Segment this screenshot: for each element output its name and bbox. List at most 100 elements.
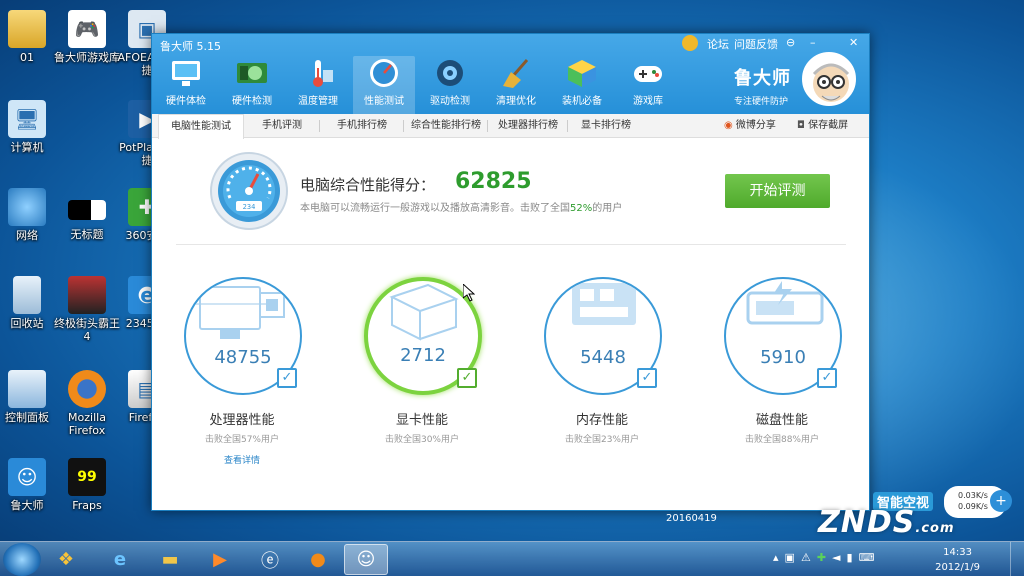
taskbar-browser-e[interactable]: ⓔ (248, 544, 292, 575)
desktop-icon-label: 控制面板 (5, 411, 49, 424)
score-label: 电脑综合性能得分： (300, 176, 436, 194)
desktop-icon-mozilla-firefox[interactable]: Mozilla Firefox (54, 370, 120, 437)
watermark-logo: ZNDS.com (818, 505, 955, 540)
desktop-icon-fraps[interactable]: 99 Fraps (54, 458, 120, 512)
media-player-icon: ▶ (213, 549, 227, 570)
memory-check-icon[interactable]: ✓ (637, 368, 657, 388)
tab-overall-ranking[interactable]: 综合性能排行榜 (404, 114, 488, 138)
show-desktop-button[interactable] (1010, 542, 1024, 576)
tool-label: 性能测试 (364, 96, 404, 107)
date-stamp: 20160419 (666, 513, 717, 524)
card-gpu[interactable]: 2712 ✓ 显卡性能 击败全国30%用户 (342, 277, 502, 467)
clock-date: 2012/1/9 (935, 562, 980, 573)
tab-cpu-ranking[interactable]: 处理器排行榜 (488, 114, 568, 138)
taskbar-explorer[interactable]: ▬ (148, 544, 192, 575)
tool-hardware-detect[interactable]: 硬件检测 (221, 56, 283, 107)
tab-gpu-ranking[interactable]: 显卡排行榜 (568, 114, 644, 138)
desktop-icon-game-library[interactable]: 🎮 鲁大师游戏库 (54, 10, 120, 64)
folder-icon (8, 10, 46, 48)
desktop-icon-label: 鲁大师 (10, 499, 44, 512)
score-description: 本电脑可以流畅运行一般游戏以及播放高清影音。击败了全国52%的用户 (300, 199, 622, 214)
tab-label: 显卡排行榜 (581, 120, 631, 131)
ie-icon: e (113, 549, 127, 570)
tool-game-library[interactable]: 游戏库 (617, 56, 679, 107)
save-screenshot-button[interactable]: ◘ 保存截屏 (797, 114, 848, 138)
plus-icon[interactable]: + (990, 490, 1012, 512)
weibo-share-button[interactable]: ◉ 微博分享 (724, 114, 776, 138)
control-panel-icon (8, 370, 46, 408)
memory-rank: 击败全国23%用户 (564, 435, 639, 445)
tool-label: 清理优化 (496, 96, 536, 107)
monitor-icon (167, 56, 205, 90)
tab-label: 处理器排行榜 (498, 120, 558, 131)
disk-check-icon[interactable]: ✓ (817, 368, 837, 388)
cpu-score: 48755 (214, 347, 272, 368)
gear-icon (431, 56, 469, 90)
gpu-rank: 击败全国30%用户 (384, 435, 459, 445)
tab-phone-review[interactable]: 手机评测 (244, 114, 320, 138)
medal-icon[interactable] (682, 35, 698, 51)
desktop-icon-control-panel[interactable]: 控制面板 (0, 370, 60, 424)
tool-cleanup[interactable]: 清理优化 (485, 56, 547, 107)
taskbar-ludashi[interactable]: ☺ (344, 544, 388, 575)
screenshot-label: 保存截屏 (808, 120, 849, 131)
tab-pc-performance[interactable]: 电脑性能测试 (158, 114, 244, 139)
clock[interactable]: 14:33 2012/1/9 (935, 545, 980, 575)
tool-hardware-checkup[interactable]: 硬件体检 (155, 56, 217, 107)
brand-name: 鲁大师 (734, 68, 791, 89)
desktop-icon-folder-01[interactable]: 01 (0, 10, 60, 64)
overall-gauge-icon: 234 (210, 152, 288, 230)
card-disk[interactable]: 5910 ✓ 磁盘性能 击败全国88%用户 (702, 277, 862, 467)
tray-network-icon: ▮ (846, 551, 859, 564)
taskbar-firefox[interactable]: ● (296, 544, 340, 575)
taskbar: ❖ e ▬ ▶ ⓔ ● ☺ ▴▣⚠✚◄▮⌨ 14:33 2012/1/9 (0, 541, 1024, 576)
desktop-icon-label: 无标题 (70, 228, 104, 241)
cpu-check-icon[interactable]: ✓ (277, 368, 297, 388)
desktop-icon-label: 01 (20, 51, 34, 64)
tab-phone-ranking[interactable]: 手机排行榜 (320, 114, 404, 138)
minimize-button[interactable]: – (810, 36, 816, 49)
desktop-icon-network[interactable]: 网络 (0, 188, 60, 242)
forum-link[interactable]: 论坛 (707, 36, 729, 52)
start-button[interactable] (3, 543, 41, 576)
taskbar-media-player[interactable]: ▶ (198, 544, 242, 575)
view-details-link[interactable]: 查看详情 (162, 453, 322, 466)
desktop-icon-computer[interactable]: 🖥 计算机 (0, 100, 60, 154)
gamepad-icon (629, 56, 667, 90)
tab-label: 手机评测 (262, 120, 302, 131)
desktop-icon-street-fighter[interactable]: 终极街头霸王4 (54, 276, 120, 343)
firefox-icon (68, 370, 106, 408)
tool-essentials[interactable]: 装机必备 (551, 56, 613, 107)
colorful-app-icon: ❖ (57, 549, 75, 570)
tool-performance-test[interactable]: 性能测试 (353, 56, 415, 114)
memory-score: 5448 (580, 347, 626, 368)
feedback-link[interactable]: 问题反馈 (734, 36, 778, 52)
card-memory[interactable]: 5448 ✓ 内存性能 击败全国23%用户 (522, 277, 682, 467)
tool-temperature[interactable]: 温度管理 (287, 56, 349, 107)
desktop-icon-ludashi[interactable]: ☺ 鲁大师 (0, 458, 60, 512)
fraps-icon: 99 (68, 458, 106, 496)
desc-percent: 52% (570, 203, 593, 214)
menu-button[interactable]: ⊖ (786, 36, 795, 49)
overall-score: 62825 (455, 169, 532, 194)
taskbar-ie[interactable]: e (98, 544, 142, 575)
system-tray-icons[interactable]: ▴▣⚠✚◄▮⌨ (773, 551, 880, 564)
ludashi-window: 鲁大师 5.15 论坛 问题反馈 ⊖ – ✕ 硬件体检 硬件检测 温度管理 性能… (151, 33, 870, 511)
gamepad-icon: 🎮 (68, 10, 106, 48)
start-test-button[interactable]: 开始评测 (725, 174, 830, 208)
tool-driver-detect[interactable]: 驱动检测 (419, 56, 481, 107)
tray-keyboard-icon: ⌨ (858, 551, 881, 564)
taskbar-app-launcher[interactable]: ❖ (44, 544, 88, 575)
desktop-icon-untitled[interactable]: 无标题 (54, 188, 120, 241)
watermark-suffix: .com (915, 521, 955, 536)
close-button[interactable]: ✕ (849, 36, 858, 49)
tray-app-icon: ▣ (784, 551, 801, 564)
weibo-icon: ◉ (724, 120, 736, 131)
gpu-check-icon[interactable]: ✓ (457, 368, 477, 388)
desktop-icon-recycle-bin[interactable]: 回收站 (0, 276, 60, 330)
desktop-icon-label: 回收站 (10, 317, 44, 330)
watermark-text: ZNDS (818, 505, 916, 540)
card-cpu[interactable]: 48755 ✓ 处理器性能 击败全国57%用户 查看详情 (162, 277, 322, 467)
globe-icon (8, 188, 46, 226)
network-speed-widget[interactable]: 0.03K/s 0.09K/s + (944, 486, 1012, 518)
